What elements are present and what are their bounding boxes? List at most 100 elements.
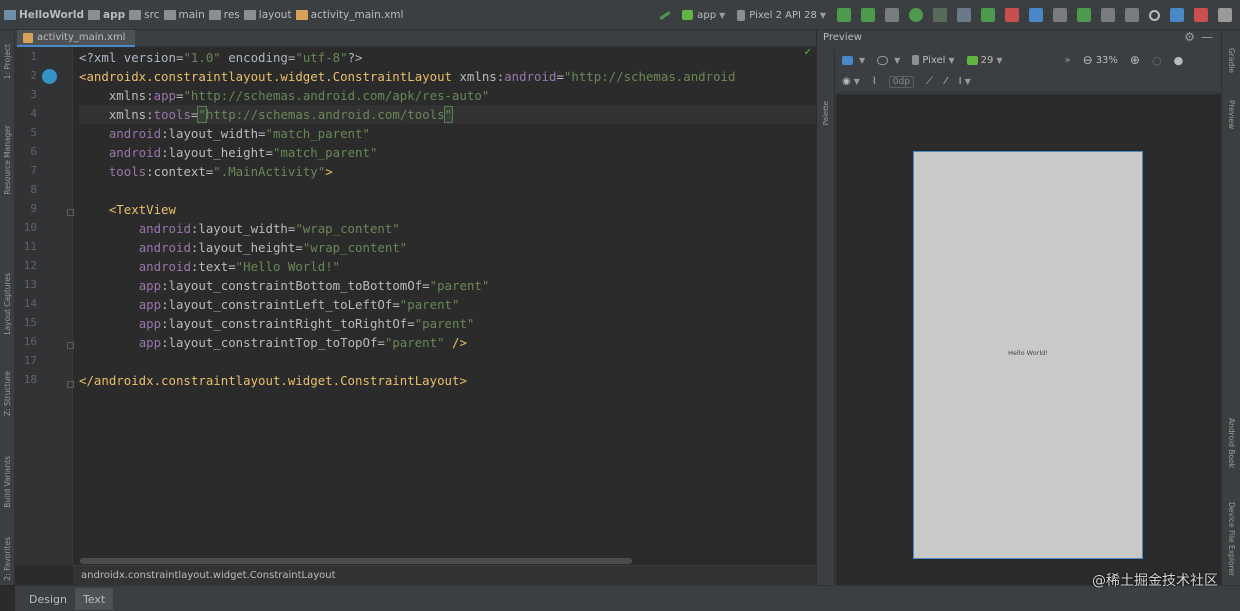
line-number: 1 — [30, 50, 37, 63]
device-manager-icon[interactable] — [1101, 8, 1115, 22]
zoom-in-icon[interactable]: ⊕ — [1130, 53, 1140, 67]
design-canvas[interactable]: Hello World! — [836, 94, 1222, 585]
folder-icon — [208, 9, 221, 20]
device-file-explorer-tab[interactable]: Device File Explorer — [1225, 496, 1238, 582]
favorites-tab[interactable]: 2: Favorites — [1, 535, 14, 583]
sdk-manager-icon[interactable] — [1077, 8, 1091, 22]
stop-icon[interactable] — [1005, 8, 1019, 22]
crumb-file[interactable]: activity_main.xml — [295, 9, 403, 21]
resource-manager-tab[interactable]: Resource Manager — [1, 112, 14, 208]
crumb-res[interactable]: res — [208, 9, 240, 21]
zoom-out-icon: ⊖ — [1082, 53, 1093, 67]
coverage-icon[interactable] — [885, 8, 899, 22]
fold-marker-icon[interactable] — [67, 342, 74, 349]
line-number: 3 — [30, 88, 37, 101]
code-line: android:layout_height="match_parent" — [108, 145, 378, 160]
code-area[interactable]: <?xml version="1.0" encoding="utf-8"?> <… — [79, 47, 816, 565]
code-line: android:layout_height="wrap_content" — [138, 240, 408, 255]
inspection-ok-icon[interactable]: ✓ — [804, 47, 812, 58]
build-variants-tab[interactable]: Build Variants — [1, 446, 14, 518]
crumb-project[interactable]: HelloWorld — [4, 9, 84, 21]
tab-activity-main[interactable]: activity_main.xml — [17, 30, 135, 47]
code-line: xmlns:app="http://schemas.android.com/ap… — [108, 88, 490, 103]
project-icon — [4, 9, 16, 20]
android-book-tab[interactable]: Android Book — [1225, 410, 1238, 476]
view-options-icon[interactable]: ◉ ▼ — [842, 76, 860, 87]
window-icon[interactable] — [1218, 8, 1232, 22]
layout-captures-tab[interactable]: Layout Captures — [1, 262, 14, 346]
crumb-layout[interactable]: layout — [243, 9, 292, 21]
crumb-app[interactable]: app — [88, 9, 125, 21]
line-number: 6 — [30, 145, 37, 158]
xml-file-icon — [23, 32, 33, 43]
line-number: 16 — [23, 335, 37, 348]
android-icon — [682, 10, 694, 20]
crumb-main[interactable]: main — [163, 9, 205, 21]
left-tool-strip: 1: Project Resource Manager Layout Captu… — [0, 30, 15, 585]
folder-icon — [163, 9, 176, 20]
attach-debugger-icon[interactable] — [981, 8, 995, 22]
line-number: 18 — [23, 373, 37, 386]
hello-world-text[interactable]: Hello World! — [914, 349, 1142, 357]
build-hammer-icon[interactable] — [659, 10, 672, 20]
warning-icon[interactable]: ● — [1174, 54, 1184, 67]
design-surface-selector[interactable]: ▼ — [842, 55, 865, 65]
apply-code-changes-icon[interactable] — [861, 8, 875, 22]
avd-manager-icon[interactable] — [1053, 8, 1067, 22]
device-selector[interactable]: Pixel 2 API 28 ▼ — [737, 9, 826, 21]
code-editor[interactable]: 1 2 3 4 5 6 7 8 9 10 11 12 13 14 15 16 1… — [15, 47, 816, 565]
palette-tab[interactable]: Palette — [819, 90, 832, 136]
run-config-selector[interactable]: app ▼ — [682, 10, 725, 21]
apply-changes-icon[interactable] — [837, 8, 851, 22]
folder-icon — [88, 9, 101, 20]
device-preview[interactable]: Hello World! — [913, 151, 1143, 559]
zoom-out-button[interactable]: ⊖ 33% — [1083, 53, 1118, 67]
project-tool-tab[interactable]: 1: Project — [1, 36, 14, 88]
default-margin-field[interactable]: 0dp — [888, 75, 914, 88]
infer-constraints-icon[interactable]: ⟋ — [926, 76, 933, 87]
gear-icon[interactable]: ⚙ — [1184, 30, 1195, 44]
code-line: android:layout_width="wrap_content" — [138, 221, 400, 236]
profile-icon[interactable] — [957, 8, 971, 22]
plugin-icon[interactable] — [1194, 8, 1208, 22]
preview-tab[interactable]: Preview — [1225, 92, 1238, 138]
line-number: 4 — [30, 107, 37, 120]
line-number: 10 — [23, 221, 37, 234]
tab-design[interactable]: Design — [21, 588, 75, 610]
structure-tab[interactable]: Z: Structure — [1, 363, 14, 423]
line-number: 11 — [23, 240, 37, 253]
text-baseline-icon[interactable]: I ▼ — [959, 76, 971, 87]
zoom-fit-icon[interactable]: ○ — [1152, 54, 1162, 67]
navbar-breadcrumb: HelloWorld app src main res layout activ… — [0, 0, 407, 29]
fold-marker-icon[interactable] — [67, 381, 74, 388]
minimize-icon[interactable]: — — [1201, 30, 1213, 44]
debug-icon[interactable] — [933, 8, 947, 22]
preview-title: Preview — [823, 32, 862, 43]
more-options-icon[interactable]: » — [1065, 55, 1071, 66]
project-structure-icon[interactable] — [1170, 8, 1184, 22]
line-number: 9 — [30, 202, 37, 215]
preview-device-selector[interactable]: Pixel ▼ — [912, 55, 955, 66]
magic-wand-icon[interactable]: ⁄ — [945, 76, 947, 87]
line-number: 8 — [30, 183, 37, 196]
search-icon[interactable] — [1149, 9, 1160, 21]
preview-toolbar-bottom: ◉ ▼ ⌇ 0dp ⟋ ⁄ I ▼ — [836, 71, 1222, 93]
orientation-selector[interactable]: ▼ — [877, 55, 900, 65]
api-level-selector[interactable]: 29 ▼ — [966, 55, 1003, 66]
line-number: 2 — [30, 69, 37, 82]
folder-icon — [243, 9, 256, 20]
crumb-src[interactable]: src — [129, 9, 160, 21]
line-number: 12 — [23, 259, 37, 272]
fold-marker-icon[interactable] — [67, 209, 74, 216]
horizontal-scrollbar[interactable] — [80, 558, 632, 564]
layout-inspector-icon[interactable] — [1125, 8, 1139, 22]
class-reference-icon[interactable] — [42, 69, 57, 84]
tab-text[interactable]: Text — [75, 588, 114, 610]
chevron-down-icon: ▼ — [853, 77, 860, 86]
sync-project-icon[interactable] — [1029, 8, 1043, 22]
autoconnect-icon[interactable]: ⌇ — [872, 76, 877, 87]
xml-breadcrumb[interactable]: androidx.constraintlayout.widget.Constra… — [73, 565, 816, 585]
gradle-tab[interactable]: Gradle — [1225, 40, 1238, 80]
line-number: 7 — [30, 164, 37, 177]
run-icon[interactable] — [909, 8, 923, 22]
